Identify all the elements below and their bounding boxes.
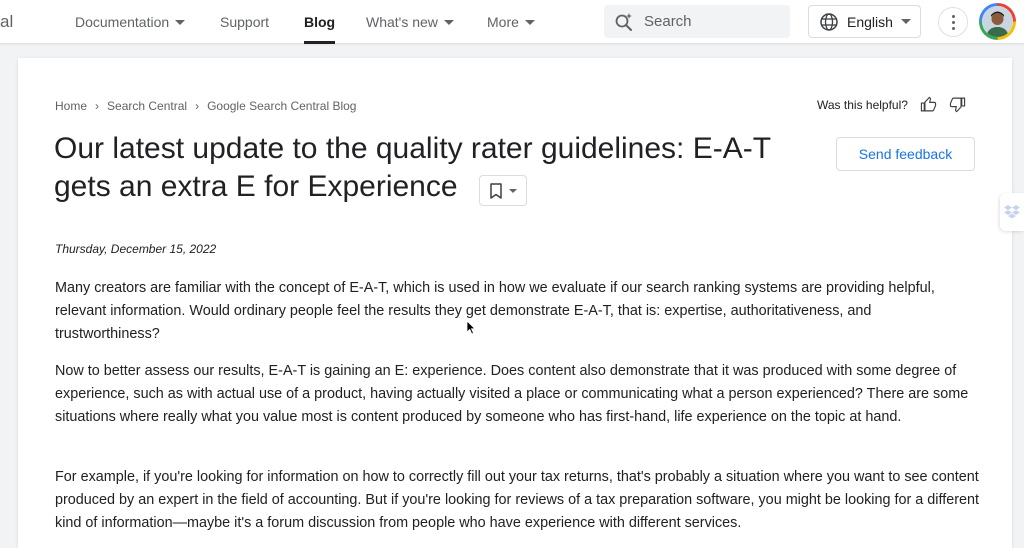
nav-blog[interactable]: Blog — [304, 0, 336, 44]
bookmark-button[interactable] — [479, 175, 527, 206]
breadcrumb-blog[interactable]: Google Search Central Blog — [207, 99, 356, 113]
search-spark-icon — [615, 12, 632, 31]
top-nav-bar: al Documentation Support Blog What's new… — [0, 0, 1024, 44]
chevron-down-icon — [524, 19, 535, 25]
title-line-1: Our latest update to the quality rater g… — [54, 132, 772, 165]
nav-more-label: More — [487, 14, 519, 30]
paragraph-1: Many creators are familiar with the conc… — [55, 280, 935, 342]
nav-support[interactable]: Support — [220, 0, 269, 44]
side-extension-tab[interactable] — [1000, 193, 1024, 231]
title-line-2: gets an extra E for Experience — [54, 170, 458, 203]
paragraph-2: Now to better assess our results, E-A-T … — [55, 363, 969, 425]
dropbox-icon — [1004, 205, 1020, 219]
chevron-right-icon: › — [195, 99, 200, 113]
chevron-down-icon — [509, 188, 517, 193]
article-card: Home › Search Central › Google Search Ce… — [18, 58, 1012, 548]
nav-documentation-label: Documentation — [75, 14, 170, 30]
helpful-widget: Was this helpful? — [817, 96, 966, 113]
language-label: English — [847, 13, 893, 30]
thumb-up-icon[interactable] — [920, 96, 937, 113]
globe-icon — [820, 12, 838, 31]
bookmark-icon — [490, 182, 502, 199]
nav-support-label: Support — [220, 14, 270, 30]
nav-documentation[interactable]: Documentation — [75, 0, 186, 44]
breadcrumb: Home › Search Central › Google Search Ce… — [55, 99, 356, 113]
helpful-label: Was this helpful? — [817, 97, 908, 112]
page-title: Our latest update to the quality rater g… — [54, 130, 814, 206]
avatar[interactable] — [979, 3, 1016, 40]
mouse-cursor-icon — [466, 320, 476, 335]
chevron-down-icon — [175, 19, 186, 25]
avatar-photo — [982, 6, 1013, 37]
nav-whats-new[interactable]: What's new — [366, 0, 454, 44]
person-icon — [982, 6, 1013, 37]
site-logo-fragment[interactable]: al — [0, 12, 13, 32]
search-box[interactable] — [604, 5, 790, 38]
post-date: Thursday, December 15, 2022 — [55, 242, 217, 256]
breadcrumb-home[interactable]: Home — [55, 99, 87, 113]
search-input[interactable] — [642, 12, 782, 31]
more-vert-icon[interactable] — [938, 7, 968, 37]
send-feedback-button[interactable]: Send feedback — [836, 137, 975, 171]
nav-blog-label: Blog — [304, 14, 336, 30]
breadcrumb-search-central[interactable]: Search Central — [107, 99, 187, 113]
chevron-right-icon: › — [95, 99, 100, 113]
language-selector[interactable]: English — [808, 5, 921, 38]
chevron-down-icon — [443, 19, 454, 25]
chevron-down-icon — [900, 19, 911, 24]
nav-more[interactable]: More — [487, 0, 535, 44]
nav-whats-new-label: What's new — [366, 14, 438, 30]
thumb-down-icon[interactable] — [949, 96, 966, 113]
paragraph-3: For example, if you're looking for infor… — [55, 469, 980, 531]
